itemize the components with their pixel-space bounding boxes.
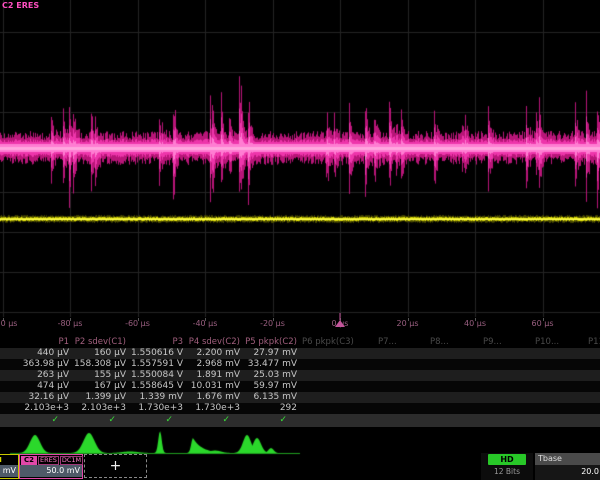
status-check-icon: ✓	[14, 414, 71, 427]
c2-coupling-badge: DC1M	[60, 456, 83, 465]
measurement-stat-row: 440 µV160 µV1.550616 V2.200 mV27.97 mV	[0, 348, 600, 359]
measurement-stat-row: 32.16 µV1.399 µV1.339 mV1.676 mV6.135 mV	[0, 392, 600, 403]
c2-label: C2	[21, 456, 37, 465]
status-check-icon: ✓	[242, 414, 299, 427]
time-axis-label: 60 µs	[532, 319, 554, 328]
measurement-cell: 2.103e+3	[14, 403, 71, 414]
measurement-cell: 27.97 mV	[242, 348, 299, 359]
measurement-cell: 2.103e+3	[71, 403, 128, 414]
measurement-header-unused[interactable]: P10...	[535, 337, 559, 348]
trace-annotation: C2 ERES	[2, 1, 39, 10]
measurement-cell: 6.135 mV	[242, 392, 299, 403]
measurement-header-unused[interactable]: P9...	[483, 337, 502, 348]
plus-icon: +	[110, 458, 122, 474]
measurement-stat-row: 363.98 µV158.308 µV1.557591 V2.968 mV33.…	[0, 359, 600, 370]
measurement-cell: 158.308 µV	[71, 359, 128, 370]
time-axis-label: -60 µs	[125, 319, 150, 328]
time-axis-label: 40 µs	[464, 319, 486, 328]
measurement-cell: 1.891 mV	[185, 370, 242, 381]
measurement-cell: 1.339 mV	[128, 392, 185, 403]
measurement-stat-row: 474 µV167 µV1.558645 V10.031 mV59.97 mV	[0, 381, 600, 392]
time-axis-label: -80 µs	[58, 319, 83, 328]
timebase-title: Tbase	[535, 453, 600, 465]
time-axis-label: -100 µs	[0, 319, 17, 328]
time-axis: -100 µs-80 µs-60 µs-40 µs-20 µs0 µs20 µs…	[0, 318, 600, 331]
measurement-status-row: ✓✓✓✓✓	[0, 414, 600, 427]
measurement-table: P1 mean(C1)P2 sdev(C1)P3 mean(C2)P4 sdev…	[0, 337, 600, 427]
measurement-cell: 1.558645 V	[128, 381, 185, 392]
measurement-cell: 1.550084 V	[128, 370, 185, 381]
measurement-cell: 1.676 mV	[185, 392, 242, 403]
measurement-cell: 59.97 mV	[242, 381, 299, 392]
status-check-icon: ✓	[128, 414, 185, 427]
measurement-header-unused[interactable]: P7...	[378, 337, 397, 348]
c2-eres-badge: ERES	[38, 456, 59, 465]
trigger-marker-line	[340, 313, 341, 320]
measurement-stat-row: 263 µV155 µV1.550084 V1.891 mV25.03 mV	[0, 370, 600, 381]
measurement-cell: 2.968 mV	[185, 359, 242, 370]
time-axis-label: -40 µs	[193, 319, 218, 328]
oscilloscope-screen: C2 ERES -100 µs-80 µs-60 µs-40 µs-20 µs0…	[0, 0, 600, 480]
timebase-descriptor[interactable]: Tbase 20.0	[535, 453, 600, 480]
measurement-cell: 1.399 µV	[71, 392, 128, 403]
measurement-cell: 160 µV	[71, 348, 128, 359]
c1-coupling-badge: DC1M	[0, 456, 2, 464]
measurement-cell: 10.031 mV	[185, 381, 242, 392]
measurement-cell: 1.550616 V	[128, 348, 185, 359]
measurement-cell: 440 µV	[14, 348, 71, 359]
measurement-header-unused[interactable]: P11...	[588, 337, 600, 348]
measurement-cell: 167 µV	[71, 381, 128, 392]
bottom-bar: C1 DC1M 10.0 mV C2 ERES DC1M 50.0 mV + H…	[0, 453, 600, 480]
measurement-stat-row: 2.103e+32.103e+31.730e+31.730e+3292	[0, 403, 600, 414]
measurement-header-unused[interactable]: P8...	[430, 337, 449, 348]
measurement-cell: 474 µV	[14, 381, 71, 392]
time-axis-label: -20 µs	[260, 319, 285, 328]
measurement-cell: 32.16 µV	[14, 392, 71, 403]
adc-bits-label: 12 Bits	[481, 467, 533, 476]
add-trace-button[interactable]: +	[84, 454, 147, 478]
timebase-value: 20.0	[535, 465, 600, 476]
hd-mode-badge: HD	[488, 454, 526, 465]
measurement-cell: 1.730e+3	[128, 403, 185, 414]
measurement-histicons	[0, 428, 600, 455]
acquisition-status: HD 12 Bits	[481, 453, 533, 480]
status-check-icon: ✓	[71, 414, 128, 427]
channel-descriptor-c1[interactable]: C1 DC1M 10.0 mV	[0, 454, 19, 479]
measurement-header-row: P1 mean(C1)P2 sdev(C1)P3 mean(C2)P4 sdev…	[0, 337, 600, 348]
c2-volts-per-div: 50.0 mV	[20, 465, 82, 477]
time-axis-label: 20 µs	[397, 319, 419, 328]
measurement-cell: 1.730e+3	[185, 403, 242, 414]
measurement-cell: 2.200 mV	[185, 348, 242, 359]
measurement-cell: 292	[242, 403, 299, 414]
trigger-position-marker[interactable]	[335, 320, 345, 327]
measurement-cell: 155 µV	[71, 370, 128, 381]
channel-descriptor-c2[interactable]: C2 ERES DC1M 50.0 mV	[19, 454, 83, 479]
status-check-icon: ✓	[185, 414, 242, 427]
measurement-cell: 1.557591 V	[128, 359, 185, 370]
measurement-cell: 363.98 µV	[14, 359, 71, 370]
measurement-cell: 263 µV	[14, 370, 71, 381]
measurement-cell: 33.477 mV	[242, 359, 299, 370]
c1-volts-per-div: 10.0 mV	[0, 465, 18, 477]
waveform-display[interactable]	[0, 0, 600, 332]
measurement-cell: 25.03 mV	[242, 370, 299, 381]
measurement-header-unused[interactable]: P6 pkpk(C3)	[302, 337, 354, 348]
